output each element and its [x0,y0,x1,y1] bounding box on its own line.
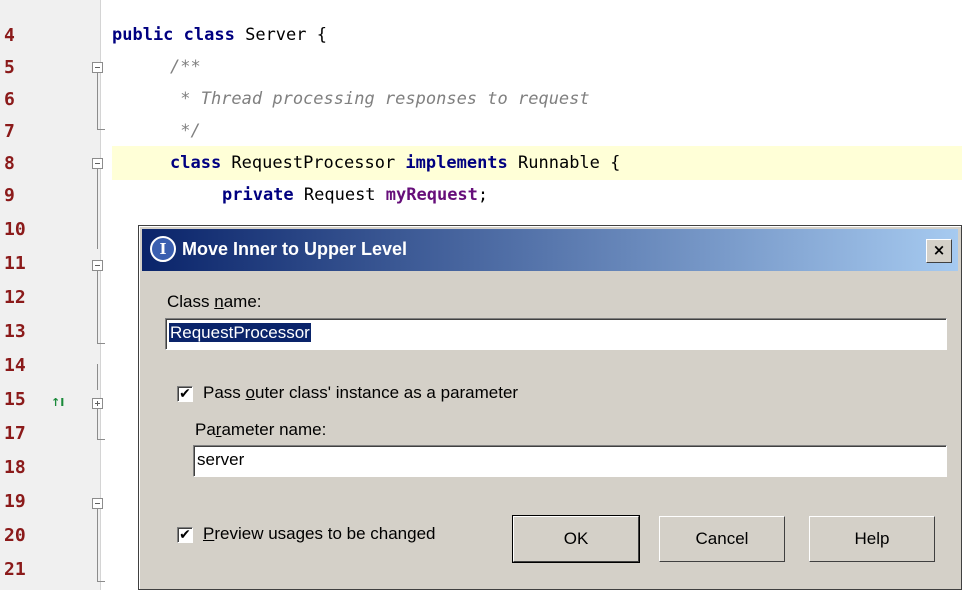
line-number: 13 [4,321,26,342]
keyword: public [112,25,174,45]
code-line: /** [170,56,201,78]
preview-usages-checkbox[interactable]: ✔ [177,527,193,543]
line-number: 9 [4,185,15,206]
code-line: * Thread processing responses to request [170,88,590,110]
pass-outer-checkbox[interactable]: ✔ [177,386,193,402]
line-number: 17 [4,423,26,444]
cancel-button[interactable]: Cancel [659,516,785,562]
move-inner-dialog: I Move Inner to Upper Level × Class name… [138,225,962,590]
app-logo-icon: I [150,236,176,262]
line-number: 15 [4,389,26,410]
code-line: private Request myRequest; [222,184,488,206]
line-number: 10 [4,219,26,240]
code-line: class RequestProcessor implements Runnab… [170,152,620,174]
line-number: 7 [4,121,15,142]
comment: /** [170,57,201,77]
class-name-input[interactable]: RequestProcessor [165,318,947,350]
comment: * Thread processing responses to request [170,89,590,109]
fold-guide-line [97,271,98,343]
line-number: 21 [4,559,26,580]
comment: */ [170,121,201,141]
code-text: Server { [234,25,327,45]
fold-end-marker [97,129,105,130]
line-number: 5 [4,57,15,78]
dialog-title: Move Inner to Upper Level [182,239,408,259]
code-line: */ [170,120,201,142]
preview-usages-label[interactable]: Preview usages to be changed [203,524,436,544]
line-number: 6 [4,89,15,110]
code-text: Request [293,185,386,205]
fold-end-marker [97,439,105,440]
fold-collapse-icon[interactable] [92,62,103,73]
ok-button[interactable]: OK [512,515,640,563]
fold-guide-line [97,73,98,129]
fold-guide-line [97,364,98,390]
line-number: 8 [4,153,15,174]
fold-end-marker [97,581,105,582]
pass-outer-label[interactable]: Pass outer class' instance as a paramete… [203,383,518,403]
line-number: 20 [4,525,26,546]
close-button[interactable]: × [926,239,952,263]
keyword: private [222,185,294,205]
line-number: 11 [4,253,26,274]
field-name: myRequest [385,185,478,205]
implementing-method-icon[interactable]: ↑I [51,396,64,409]
class-name-label: Class name: [167,292,262,311]
keyword: implements [405,153,508,173]
line-number: 19 [4,491,26,512]
line-number: 14 [4,355,26,376]
dialog-title-bar[interactable]: I Move Inner to Upper Level × [142,229,958,271]
parameter-name-label: Parameter name: [195,420,327,439]
line-number: 4 [4,25,15,46]
code-line: public class Server { [112,24,327,46]
keyword: class [183,25,235,45]
fold-end-marker [97,343,105,344]
line-number: 12 [4,287,26,308]
parameter-name-input[interactable]: server [193,445,947,477]
help-button[interactable]: Help [809,516,935,562]
fold-guide-line [97,509,98,581]
fold-guide-line [97,409,98,439]
fold-collapse-icon[interactable] [92,260,103,271]
fold-guide-line [97,169,98,249]
line-number: 18 [4,457,26,478]
fold-collapse-icon[interactable] [92,158,103,169]
fold-expand-icon[interactable] [92,398,103,409]
keyword: class [170,153,222,173]
fold-collapse-icon[interactable] [92,498,103,509]
selected-text: RequestProcessor [169,323,311,342]
code-text: ; [477,185,489,205]
code-text: Runnable { [507,153,621,173]
code-text: RequestProcessor [221,153,406,173]
